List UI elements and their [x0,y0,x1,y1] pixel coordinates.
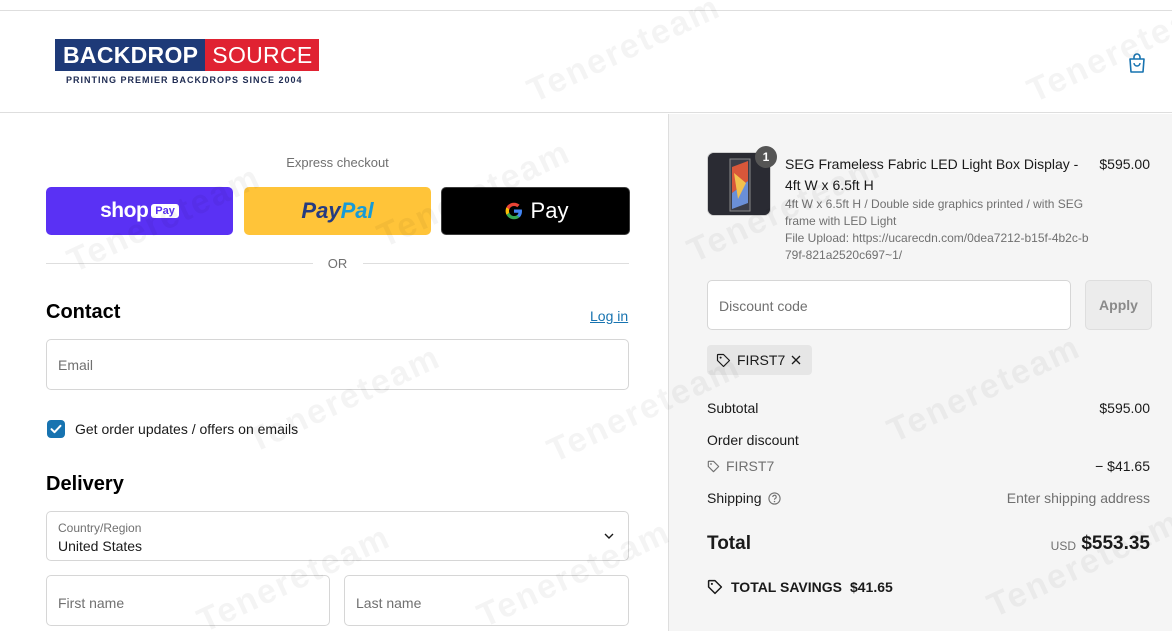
shipping-label: Shipping [707,490,781,506]
last-name-field[interactable]: Last name [344,575,629,626]
tag-icon [716,353,731,367]
product-price: $595.00 [1099,156,1150,172]
paypal-wordmark: PayPal [301,198,373,224]
google-g-icon [505,202,522,220]
store-logo[interactable]: BACKDROP SOURCE PRINTING PREMIER BACKDRO… [55,39,319,89]
apply-discount-button[interactable]: Apply [1085,280,1152,330]
google-pay-button[interactable]: Pay [441,187,630,235]
tag-icon [707,460,720,472]
contact-heading: Contact [46,301,121,323]
paypal-wordmark-1: Pay [301,198,341,223]
logo-right-text: SOURCE [205,39,319,71]
shop-pay-wordmark: shop [100,199,149,222]
product-variant: 4ft W x 6.5ft H / Double side graphics p… [785,197,1084,228]
order-discount-code: FIRST7 [707,458,774,474]
savings-value: $41.65 [849,579,893,595]
first-name-field[interactable]: First name [46,575,330,626]
remove-discount-icon[interactable] [790,354,802,366]
total-label: Total [707,533,751,554]
email-field[interactable]: Email [46,339,629,390]
shipping-label-text: Shipping [707,490,762,506]
total-savings: TOTAL SAVINGS $41.65 [707,579,893,595]
order-discount-label: Order discount [707,432,799,448]
last-name-placeholder: Last name [356,595,422,611]
shipping-value: Enter shipping address [1006,490,1150,506]
logo-tagline: PRINTING PREMIER BACKDROPS SINCE 2004 [66,75,303,85]
paypal-button[interactable]: PayPal [244,187,431,235]
help-circle-icon[interactable] [767,491,781,505]
country-label: Country/Region [58,521,142,535]
subtotal-label: Subtotal [707,400,759,416]
shop-pay-badge: Pay [151,204,179,218]
tag-icon [707,579,723,595]
or-divider: OR [46,254,629,272]
email-updates-label: Get order updates / offers on emails [75,421,299,437]
discount-placeholder: Discount code [719,298,808,314]
express-checkout-label: Express checkout [286,155,389,170]
applied-code: FIRST7 [737,352,786,368]
email-placeholder: Email [58,357,94,373]
quantity-badge: 1 [755,146,777,168]
savings-label: TOTAL SAVINGS [731,579,842,595]
delivery-heading: Delivery [46,473,124,495]
first-name-placeholder: First name [58,595,125,611]
subtotal-value: $595.00 [1099,400,1150,416]
email-updates-checkbox[interactable] [47,420,65,438]
login-link[interactable]: Log in [590,308,628,324]
logo-left-text: BACKDROP [55,39,206,71]
shop-pay-button[interactable]: shop Pay [46,187,233,235]
google-pay-label: Pay [530,198,569,223]
discount-code-field[interactable]: Discount code [707,280,1071,330]
order-summary: 1 SEG Frameless Fabric LED Light Box Dis… [668,114,1172,631]
or-label: OR [327,256,348,271]
total-currency: USD [1050,539,1076,553]
country-select[interactable]: Country/Region United States [46,511,629,561]
order-discount-code-text: FIRST7 [726,458,775,474]
header: BACKDROP SOURCE PRINTING PREMIER BACKDRO… [0,11,1172,113]
order-discount-value: − $41.65 [1095,458,1150,474]
paypal-wordmark-2: Pal [340,198,374,223]
shopping-bag-icon[interactable] [1127,52,1147,74]
applied-discount-chip: FIRST7 [707,345,812,375]
chevron-down-icon [604,533,614,539]
total-value: $553.35 [1081,533,1150,554]
checkmark-icon [50,424,62,434]
country-value: United States [58,538,143,554]
checkout-form: Express checkout shop Pay PayPal Pay OR … [0,114,668,631]
product-file-upload: File Upload: https://ucarecdn.com/0dea72… [785,231,1089,262]
product-title: SEG Frameless Fabric LED Light Box Displ… [785,156,1079,193]
